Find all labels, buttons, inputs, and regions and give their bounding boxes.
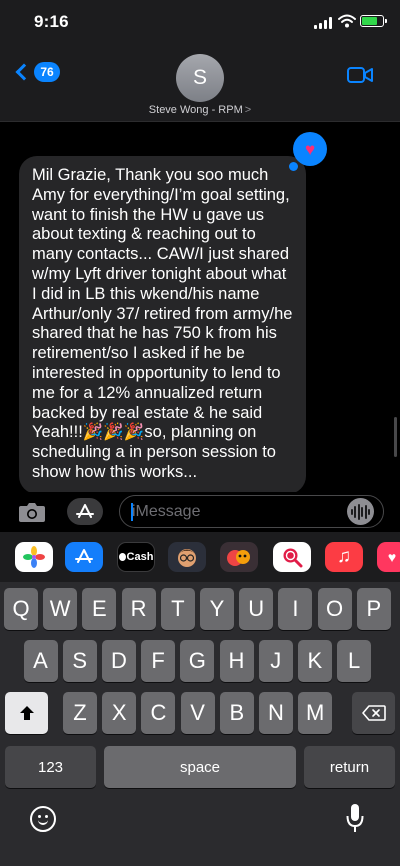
photos-app-button[interactable]	[15, 542, 53, 572]
key-x[interactable]: X	[102, 692, 137, 734]
key-j[interactable]: J	[258, 640, 293, 682]
contact-name-label: Steve Wong - RPM	[148, 104, 243, 116]
key-z[interactable]: Z	[63, 692, 97, 734]
more-app-button[interactable]: ♥	[377, 542, 400, 572]
key-l[interactable]: L	[337, 640, 372, 682]
key-g[interactable]: G	[180, 640, 215, 682]
shift-arrow-icon	[19, 706, 34, 720]
keyboard: QWERTYUIOP ASDFGHJKL ZXCVBNM 123 space r…	[0, 582, 400, 866]
audio-message-button[interactable]	[347, 498, 374, 525]
music-app-button[interactable]: ♫	[325, 542, 363, 572]
heart-tapback[interactable]: ♥	[289, 132, 327, 171]
facetime-video-icon[interactable]	[347, 66, 373, 84]
key-n[interactable]: N	[259, 692, 293, 734]
signal-icon	[314, 17, 332, 29]
photos-icon	[23, 546, 45, 568]
delete-key[interactable]	[352, 692, 395, 734]
app-store-icon	[76, 503, 94, 518]
status-time: 9:16	[34, 12, 69, 31]
chevron-left-icon	[15, 63, 33, 81]
key-w[interactable]: W	[43, 588, 78, 630]
keyboard-accessory-bar	[0, 792, 400, 866]
conversation-header: 76 S Steve Wong - RPM >	[0, 48, 400, 122]
contact-name[interactable]: Steve Wong - RPM >	[0, 104, 400, 116]
incoming-message-bubble[interactable]: Mil Grazie, Thank you soo much Amy for e…	[19, 156, 306, 494]
apple-logo-icon	[118, 553, 126, 561]
wifi-icon	[338, 14, 356, 28]
status-bar: 9:16	[0, 0, 400, 48]
key-k[interactable]: K	[297, 640, 332, 682]
return-key[interactable]: return	[304, 746, 395, 788]
contact-chevron-icon: >	[244, 104, 252, 116]
back-button[interactable]: 76	[14, 62, 60, 82]
contact-avatar[interactable]: S	[176, 54, 224, 102]
key-h[interactable]: H	[219, 640, 254, 682]
shift-key[interactable]	[5, 692, 48, 734]
key-i[interactable]: I	[278, 588, 313, 630]
memoji-icon	[178, 549, 196, 567]
app-store-app-button[interactable]	[65, 542, 103, 572]
numbers-key[interactable]: 123	[5, 746, 96, 788]
key-o[interactable]: O	[317, 588, 352, 630]
key-r[interactable]: R	[121, 588, 156, 630]
app-store-button[interactable]	[67, 498, 103, 525]
heart-icon: ♥	[304, 139, 316, 159]
key-m[interactable]: M	[298, 692, 333, 734]
key-f[interactable]: F	[141, 640, 176, 682]
key-y[interactable]: Y	[200, 588, 234, 630]
key-d[interactable]: D	[101, 640, 136, 682]
key-u[interactable]: U	[239, 588, 274, 630]
memoji-app-button[interactable]	[168, 542, 206, 572]
animoji-stickers-icon	[227, 550, 250, 566]
key-v[interactable]: V	[180, 692, 215, 734]
animoji-stickers-app-button[interactable]	[220, 542, 258, 572]
key-s[interactable]: S	[62, 640, 97, 682]
unread-count-badge: 76	[34, 62, 60, 82]
scroll-indicator	[394, 417, 397, 457]
message-thread[interactable]: Mil Grazie, Thank you soo much Amy for e…	[0, 122, 400, 494]
key-p[interactable]: P	[356, 588, 391, 630]
microphone-icon[interactable]	[345, 802, 365, 836]
imessage-app-drawer: Cash ♫ ♥	[0, 532, 400, 582]
imessage-input[interactable]	[119, 495, 384, 528]
heart-app-icon: ♥	[387, 549, 397, 565]
key-a[interactable]: A	[23, 640, 58, 682]
images-search-app-button[interactable]	[273, 542, 311, 572]
key-e[interactable]: E	[82, 588, 117, 630]
battery-icon	[360, 15, 387, 27]
key-t[interactable]: T	[160, 588, 195, 630]
compose-bar	[0, 492, 400, 532]
cash-label: Cash	[126, 551, 154, 563]
space-key[interactable]: space	[104, 746, 296, 788]
emoji-keyboard-button[interactable]	[30, 806, 56, 832]
key-c[interactable]: C	[141, 692, 176, 734]
backspace-icon	[361, 705, 386, 721]
apple-cash-app-button[interactable]: Cash	[117, 542, 155, 572]
app-store-logo-icon	[75, 549, 93, 563]
key-b[interactable]: B	[219, 692, 254, 734]
text-cursor	[131, 503, 133, 521]
battery-level	[362, 17, 378, 25]
smile-icon	[38, 819, 48, 825]
key-q[interactable]: Q	[4, 588, 38, 630]
camera-icon[interactable]	[18, 501, 46, 523]
globe-search-icon	[283, 548, 303, 568]
